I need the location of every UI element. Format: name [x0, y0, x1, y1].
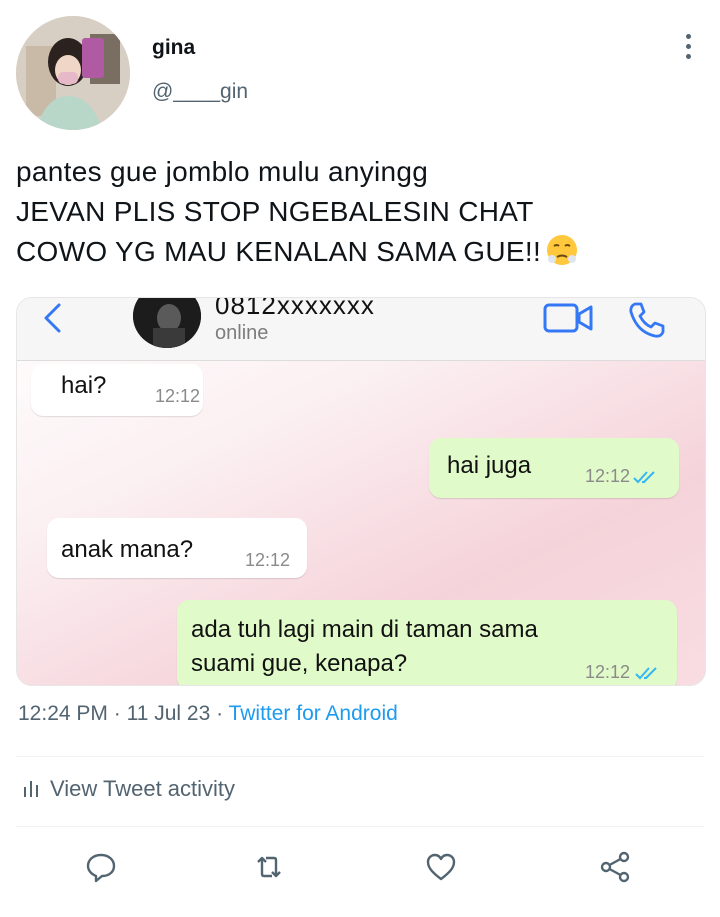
message-time: 12:12	[585, 466, 631, 486]
reply-icon[interactable]	[84, 850, 118, 884]
meta-separator: ·	[113, 702, 121, 725]
tweet-text: pantes gue jomblo mulu anyingg JEVAN PLI…	[16, 152, 706, 272]
read-receipt-icon	[635, 667, 657, 680]
tweet-text-line-content: COWO YG MAU KENALAN SAMA GUE!!	[16, 236, 542, 267]
display-name[interactable]: gina	[152, 36, 195, 60]
message-time: 12:12	[585, 662, 631, 682]
activity-label: View Tweet activity	[50, 776, 236, 801]
tweet-date[interactable]: 11 Jul 23	[127, 702, 211, 725]
like-icon[interactable]	[424, 850, 458, 884]
read-receipt-icon	[633, 471, 655, 484]
contact-avatar[interactable]	[133, 298, 201, 348]
message-text-line: suami gue, kenapa?	[191, 650, 408, 677]
divider	[16, 756, 704, 757]
message-time: 12:12	[245, 550, 291, 570]
tweet-time[interactable]: 12:24 PM	[18, 702, 108, 725]
contact-name: 0812xxxxxxx	[215, 297, 375, 320]
tweet-meta: 12:24 PM · 11 Jul 23 · Twitter for Andro…	[18, 702, 398, 726]
analytics-icon	[24, 781, 38, 797]
tweet-media-image[interactable]: 0812xxxxxxx online hai? 12:12 hai juga 1…	[16, 297, 706, 686]
retweet-icon[interactable]	[252, 850, 286, 884]
message-text: anak mana?	[61, 536, 194, 563]
user-handle[interactable]: @____gin	[152, 80, 248, 104]
message-text: hai?	[61, 372, 107, 399]
tweet-text-line: pantes gue jomblo mulu anyingg	[16, 156, 429, 187]
message-text: hai juga	[447, 452, 532, 479]
incoming-message: anak mana? 12:12	[47, 518, 307, 578]
message-text-line: ada tuh lagi main di taman sama	[191, 616, 538, 643]
chat-header: 0812xxxxxxx online	[17, 298, 705, 361]
divider	[16, 826, 704, 827]
more-options-icon[interactable]	[680, 34, 696, 66]
view-tweet-activity-button[interactable]: View Tweet activity	[22, 776, 235, 802]
outgoing-message: ada tuh lagi main di taman sama suami gu…	[177, 600, 677, 685]
outgoing-message: hai juga 12:12	[429, 438, 679, 498]
phone-call-icon[interactable]	[627, 300, 667, 340]
profile-avatar[interactable]	[16, 16, 130, 130]
contact-status: online	[215, 322, 269, 344]
tweet-source-link[interactable]: Twitter for Android	[229, 702, 398, 725]
meta-separator: ·	[216, 702, 224, 725]
face-with-steam-from-nose-icon	[545, 233, 579, 267]
back-chevron-icon[interactable]	[41, 302, 65, 334]
message-time: 12:12	[155, 386, 201, 406]
incoming-message: hai? 12:12	[31, 364, 203, 416]
tweet-text-line: COWO YG MAU KENALAN SAMA GUE!!	[16, 232, 706, 272]
tweet-text-line: JEVAN PLIS STOP NGEBALESIN CHAT	[16, 196, 534, 227]
share-icon[interactable]	[598, 850, 632, 884]
video-call-icon[interactable]	[543, 302, 595, 334]
